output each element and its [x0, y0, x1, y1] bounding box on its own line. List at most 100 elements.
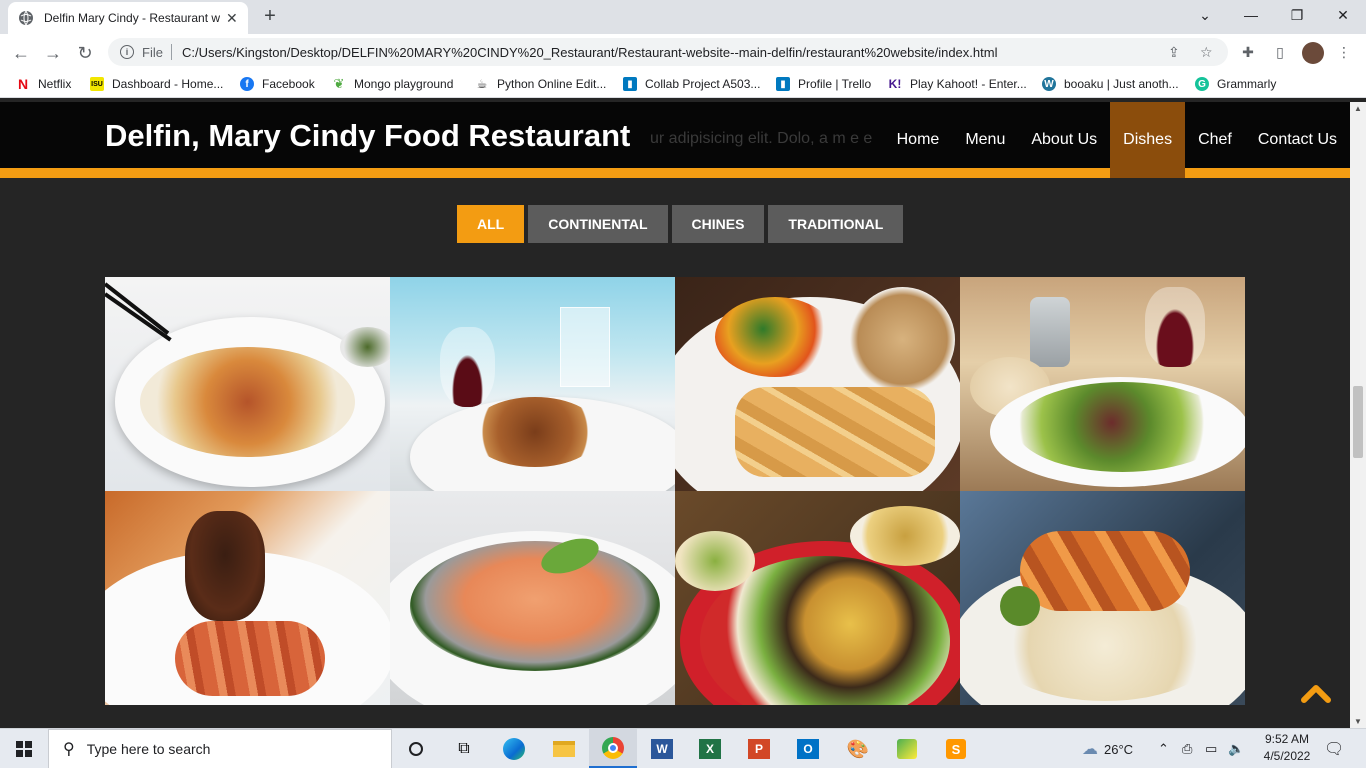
url-scheme: File — [142, 44, 163, 60]
dish-shrimp-noodles[interactable] — [105, 277, 390, 491]
search-icon: ⚲ — [63, 741, 75, 758]
windows-taskbar: ⚲ Type here to search ⧉ W X P O 🎨 S ☁ 26… — [0, 728, 1366, 768]
grammarly-icon: G — [1195, 77, 1209, 91]
site-info-icon[interactable]: i — [120, 45, 134, 59]
share-icon[interactable]: ⇪ — [1168, 44, 1180, 61]
nav-home[interactable]: Home — [884, 102, 953, 178]
nav-menu[interactable]: Menu — [952, 102, 1018, 178]
scroll-down-arrow-icon[interactable]: ▼ — [1354, 717, 1362, 726]
snipping-tool-icon[interactable] — [883, 729, 931, 768]
bookmark-netflix[interactable]: N Netflix — [16, 75, 71, 93]
filter-chines-button[interactable]: CHINES — [671, 205, 765, 243]
nav-chef[interactable]: Chef — [1185, 102, 1245, 178]
tab-search-icon[interactable]: ⌄ — [1182, 0, 1228, 30]
clock-time: 9:52 AM — [1264, 732, 1310, 746]
bookmark-dashboard[interactable]: ISU Dashboard - Home... — [90, 75, 223, 93]
nav-dishes[interactable]: Dishes — [1110, 102, 1186, 178]
bookmark-python[interactable]: ☕ Python Online Edit... — [475, 75, 607, 93]
system-clock[interactable]: 9:52 AM 4/5/2022 — [1256, 731, 1318, 765]
clock-date: 4/5/2022 — [1263, 749, 1311, 763]
tab-strip: Delfin Mary Cindy - Restaurant w ✕ + ⌄ —… — [0, 0, 1366, 34]
taskbar-search-box[interactable]: ⚲ Type here to search — [48, 729, 392, 768]
scroll-to-top-chevron-icon[interactable] — [1300, 680, 1332, 704]
outlook-icon[interactable]: O — [784, 729, 832, 768]
bookmark-collab-project[interactable]: ▮ Collab Project A503... — [623, 75, 760, 93]
excel-icon[interactable]: X — [686, 729, 734, 768]
restore-button[interactable]: ❐ — [1274, 0, 1320, 30]
bookmark-label: Facebook — [262, 77, 315, 91]
nav-contact-us[interactable]: Contact Us — [1245, 102, 1350, 178]
bookmark-label: Collab Project A503... — [645, 77, 761, 91]
word-icon[interactable]: W — [638, 729, 686, 768]
filter-continental-button[interactable]: CONTINENTAL — [528, 205, 668, 243]
new-tab-button[interactable]: + — [258, 5, 282, 29]
edge-icon[interactable] — [490, 729, 538, 768]
page-scrollbar[interactable]: ▲ ▼ — [1350, 102, 1366, 728]
filter-traditional-button[interactable]: TRADITIONAL — [768, 205, 904, 243]
bookmark-kahoot[interactable]: K! Play Kahoot! - Enter... — [888, 75, 1027, 93]
bookmark-grammarly[interactable]: G Grammarly — [1195, 75, 1276, 93]
minimize-button[interactable]: — — [1228, 0, 1274, 30]
show-hidden-icons-chevron-icon[interactable]: ⌃ — [1158, 729, 1169, 768]
volume-icon[interactable]: 🔈 — [1228, 729, 1244, 768]
bookmark-booaku[interactable]: W booaku | Just anoth... — [1042, 75, 1179, 93]
page-viewport: ur adipisicing elit. Dolo, a m e e Delfi… — [0, 102, 1350, 728]
windows-start-button[interactable] — [0, 729, 48, 768]
reload-icon[interactable]: ↻ — [72, 40, 98, 66]
trello-icon: ▮ — [623, 77, 637, 91]
bookmark-label: booaku | Just anoth... — [1064, 77, 1179, 91]
facebook-icon: f — [240, 77, 254, 91]
file-explorer-icon[interactable] — [540, 729, 588, 768]
address-bar[interactable]: i File C:/Users/Kingston/Desktop/DELFIN%… — [108, 38, 1228, 66]
chrome-icon[interactable] — [589, 729, 637, 768]
dish-roast-quail[interactable] — [390, 277, 675, 491]
weather-widget[interactable]: ☁ 26°C — [1082, 729, 1133, 768]
python-icon: ☕ — [476, 77, 488, 91]
tab-title: Delfin Mary Cindy - Restaurant w — [44, 11, 220, 25]
bookmark-trello-profile[interactable]: ▮ Profile | Trello — [776, 75, 871, 93]
sublime-text-icon[interactable]: S — [932, 729, 980, 768]
site-header: ur adipisicing elit. Dolo, a m e e Delfi… — [0, 102, 1350, 178]
address-bar-row: ← → ↻ i File C:/Users/Kingston/Desktop/D… — [0, 34, 1366, 70]
dish-mexican-platter[interactable] — [675, 491, 960, 705]
more-menu-icon[interactable]: ⋮ — [1334, 42, 1354, 62]
trello-icon: ▮ — [776, 77, 790, 91]
globe-icon — [18, 10, 34, 26]
close-window-button[interactable]: ✕ — [1320, 0, 1366, 30]
notifications-icon[interactable]: 🗨 — [1324, 729, 1344, 768]
forward-arrow-icon[interactable]: → — [40, 40, 66, 66]
filter-all-button[interactable]: ALL — [457, 205, 525, 243]
cortana-icon[interactable] — [392, 729, 440, 768]
back-arrow-icon[interactable]: ← — [8, 40, 34, 66]
dish-shrimp-rice[interactable] — [960, 491, 1245, 705]
profile-avatar[interactable] — [1302, 42, 1324, 64]
dish-steak-lobster[interactable] — [105, 491, 390, 705]
scroll-up-arrow-icon[interactable]: ▲ — [1354, 104, 1362, 113]
url-separator — [170, 44, 172, 60]
mongo-leaf-icon: ❦ — [333, 76, 345, 91]
bookmark-label: Netflix — [38, 77, 72, 91]
browser-tab[interactable]: Delfin Mary Cindy - Restaurant w ✕ — [8, 2, 248, 34]
nav-about-us[interactable]: About Us — [1018, 102, 1110, 178]
dish-green-salad[interactable] — [960, 277, 1245, 491]
bookmark-mongo[interactable]: ❦ Mongo playground — [332, 75, 454, 93]
kahoot-icon: K! — [888, 77, 902, 91]
bookmark-star-icon[interactable]: ☆ — [1200, 44, 1213, 61]
bookmark-label: Python Online Edit... — [497, 77, 607, 91]
dishes-gallery — [105, 277, 1245, 705]
site-brand[interactable]: Delfin, Mary Cindy Food Restaurant — [105, 118, 630, 154]
dish-salmon-steak[interactable] — [390, 491, 675, 705]
network-icon[interactable]: ⎙ — [1182, 729, 1192, 768]
extensions-puzzle-icon[interactable]: ✚ — [1238, 42, 1258, 62]
bookmark-facebook[interactable]: f Facebook — [240, 75, 315, 93]
side-panel-icon[interactable]: ▯ — [1270, 42, 1290, 62]
scrollbar-thumb[interactable] — [1353, 386, 1363, 458]
task-view-icon[interactable]: ⧉ — [440, 729, 488, 768]
cloud-icon: ☁ — [1082, 741, 1098, 758]
dish-pot-pie-fries[interactable] — [675, 277, 960, 491]
close-tab-icon[interactable]: ✕ — [226, 10, 238, 27]
powerpoint-icon[interactable]: P — [735, 729, 783, 768]
url-text[interactable]: C:/Users/Kingston/Desktop/DELFIN%20MARY%… — [182, 45, 998, 60]
paint-icon[interactable]: 🎨 — [834, 729, 882, 768]
battery-icon[interactable]: ▭ — [1205, 729, 1217, 768]
